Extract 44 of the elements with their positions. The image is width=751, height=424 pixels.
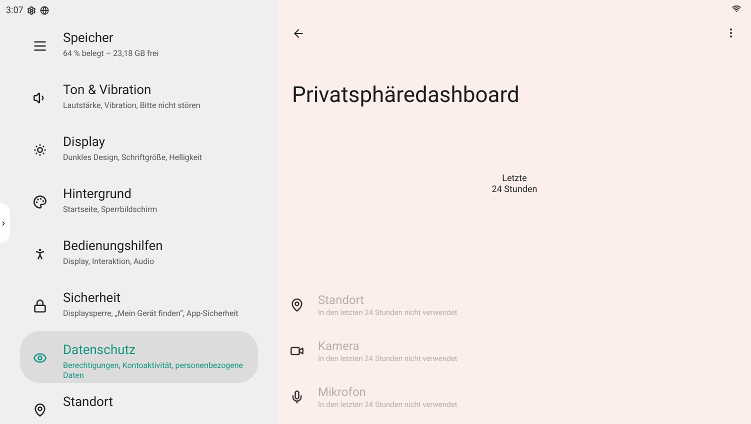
back-arrow-icon — [292, 26, 305, 40]
page-title: Privatsphäredashboard — [292, 82, 520, 110]
item-subtitle: Display, Interaktion, Audio — [63, 256, 156, 266]
item-title: Datenschutz — [63, 342, 136, 358]
item-subtitle: Dunkles Design, Schriftgröße, Helligkeit — [63, 152, 202, 162]
lock-icon — [33, 298, 47, 312]
settings-item[interactable]: Bedienungshilfen Display, Interaktion, Audio — [20, 226, 258, 278]
settings-item[interactable]: Sicherheit Displaysperre, „Mein Gerät finden“, App-Sicherheit — [20, 278, 258, 330]
status-time: 3:07 — [6, 5, 24, 18]
settings-item[interactable]: Standort — [20, 382, 258, 424]
settings-item[interactable]: Display Dunkles Design, Schriftgröße, Helligkeit — [20, 122, 258, 174]
permission-title: Mikrofon — [318, 384, 367, 400]
item-subtitle: Startseite, Sperrbildschirm — [63, 204, 158, 214]
item-subtitle: 64 % belegt – 23,18 GB frei — [63, 48, 159, 58]
back-button[interactable] — [292, 26, 305, 40]
brightness-icon — [33, 142, 47, 156]
globe-icon — [40, 6, 50, 15]
person-icon — [33, 246, 47, 260]
eye-icon — [33, 350, 47, 364]
item-title: Speicher — [63, 30, 114, 46]
video-camera-icon — [290, 344, 304, 358]
palette-icon — [33, 194, 47, 208]
item-title: Standort — [63, 394, 113, 410]
settings-item[interactable]: Ton & Vibration Lautstärke, Vibration, Bitte nicht stören — [20, 70, 258, 122]
location-pin-icon — [290, 298, 304, 312]
permission-title: Standort — [318, 292, 366, 308]
chevron-icon — [0, 220, 7, 226]
item-title: Hintergrund — [63, 186, 132, 202]
settings-icon — [27, 6, 36, 15]
permission-title: Kamera — [318, 338, 360, 354]
item-title: Ton & Vibration — [63, 82, 152, 98]
wifi-icon — [732, 4, 741, 13]
list-icon — [33, 38, 47, 52]
settings-item[interactable]: Hintergrund Startseite, Sperrbildschirm — [20, 174, 258, 226]
microphone-icon — [290, 390, 304, 404]
item-title: Sicherheit — [63, 290, 122, 306]
location-pin-icon — [33, 402, 47, 416]
item-subtitle: Displaysperre, „Mein Gerät finden“, App-Sicherheit — [63, 308, 238, 318]
period-label: Letzte 24 Stunden — [492, 174, 538, 196]
item-subtitle: Lautstärke, Vibration, Bitte nicht stören — [63, 100, 200, 110]
item-subtitle: Berechtigungen, Kontoaktivität, personenbezogene Daten — [63, 360, 244, 380]
item-title: Bedienungshilfen — [63, 238, 163, 254]
item-title: Display — [63, 134, 106, 150]
settings-item[interactable]: Speicher 64 % belegt – 23,18 GB frei — [20, 18, 258, 70]
